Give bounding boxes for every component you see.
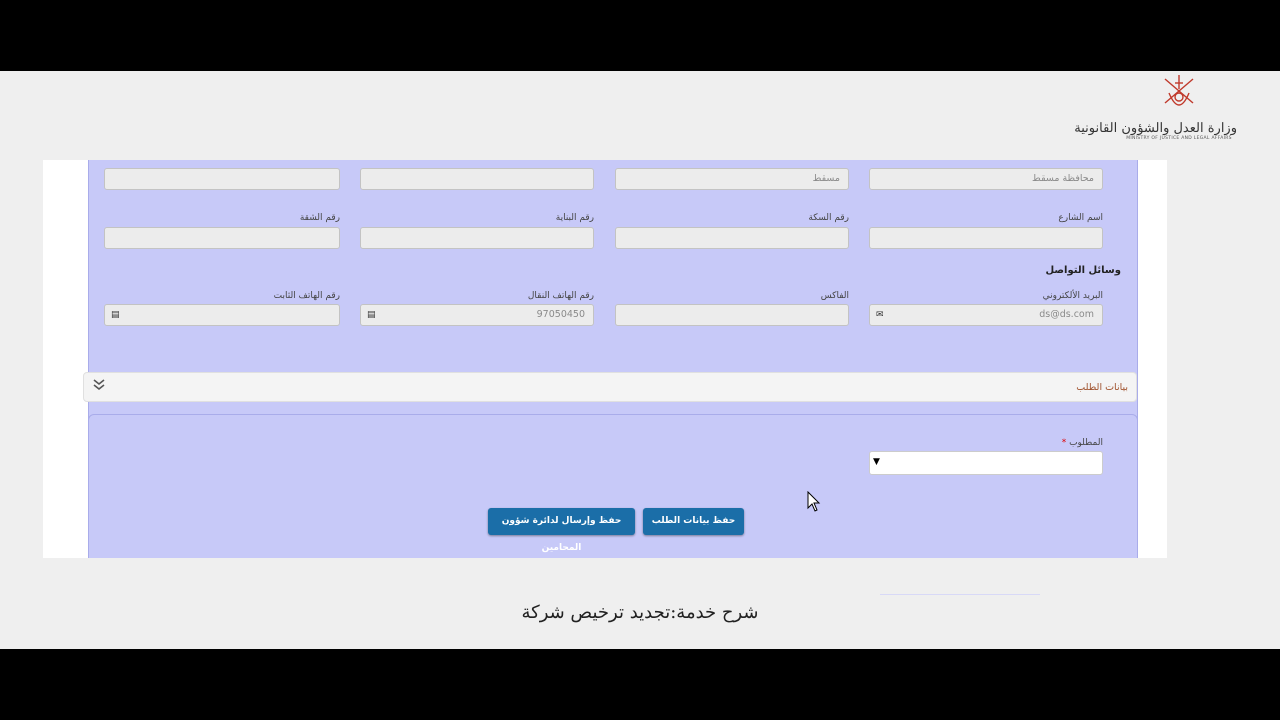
village-field[interactable] xyxy=(360,168,594,190)
ministry-logo: وزارة العدل والشؤون القانونية MINISTRY O… xyxy=(1074,73,1237,149)
triangle-down-icon: ▼ xyxy=(873,457,880,467)
address-field-4[interactable] xyxy=(104,168,340,190)
fax-label: الفاكس xyxy=(820,291,849,301)
request-panel: المطلوب * ▼ حفظ بيانات الطلب حفظ وإرسال … xyxy=(88,414,1138,558)
form-card: محافظة مسقط مسقط اسم الشارع رقم السكة رق… xyxy=(43,160,1167,558)
email-value: ds@ds.com xyxy=(1039,309,1094,320)
phone-field[interactable]: ▤ xyxy=(104,304,340,326)
fax-field[interactable] xyxy=(615,304,849,326)
mobile-value: 97050450 xyxy=(536,309,585,320)
building-field[interactable] xyxy=(360,227,594,249)
phone-label: رقم الهاتف الثابت xyxy=(273,291,340,301)
contact-section-title: وسائل التواصل xyxy=(1045,265,1121,276)
street-label: اسم الشارع xyxy=(1058,213,1103,223)
email-label: البريد الألكتروني xyxy=(1042,291,1103,301)
wilayat-field[interactable]: مسقط xyxy=(615,168,849,190)
required-label: المطلوب * xyxy=(1062,438,1103,448)
required-label-text: المطلوب xyxy=(1069,438,1103,448)
double-chevron-down-icon[interactable] xyxy=(92,378,106,398)
request-section-title: بيانات الطلب xyxy=(1076,382,1128,393)
required-marker: * xyxy=(1061,438,1067,448)
video-frame: وزارة العدل والشؤون القانونية MINISTRY O… xyxy=(0,71,1280,649)
save-send-button[interactable]: حفظ وإرسال لدائرة شؤون المحامين xyxy=(488,508,635,553)
wilayat-value: مسقط xyxy=(812,173,840,184)
flat-field[interactable] xyxy=(104,227,340,249)
governorate-value: محافظة مسقط xyxy=(1032,173,1094,184)
phone-icon: ▤ xyxy=(367,310,376,320)
governorate-field[interactable]: محافظة مسقط xyxy=(869,168,1103,190)
email-field[interactable]: ds@ds.com ✉ xyxy=(869,304,1103,326)
request-accordion-header[interactable]: بيانات الطلب xyxy=(83,372,1137,402)
mouse-pointer-icon xyxy=(807,491,821,512)
request-type-select[interactable]: ▼ xyxy=(869,451,1103,475)
building-label: رقم البناية xyxy=(555,213,594,223)
oman-emblem-icon xyxy=(1164,75,1194,106)
envelope-icon: ✉ xyxy=(876,310,884,320)
way-label: رقم السكة xyxy=(808,213,849,223)
save-request-button[interactable]: حفظ بيانات الطلب xyxy=(643,508,744,535)
flat-label: رقم الشقة xyxy=(299,213,340,223)
mobile-label: رقم الهاتف النقال xyxy=(527,291,594,301)
divider xyxy=(880,594,1040,595)
ministry-name-ar: وزارة العدل والشؤون القانونية xyxy=(1074,121,1237,136)
street-field[interactable] xyxy=(869,227,1103,249)
phone-icon: ▤ xyxy=(111,310,120,320)
ministry-name-en: MINISTRY OF JUSTICE AND LEGAL AFFAIRS xyxy=(1126,136,1232,141)
video-caption: شرح خدمة:تجديد ترخيص شركة xyxy=(521,602,759,623)
mobile-field[interactable]: 97050450 ▤ xyxy=(360,304,594,326)
way-field[interactable] xyxy=(615,227,849,249)
